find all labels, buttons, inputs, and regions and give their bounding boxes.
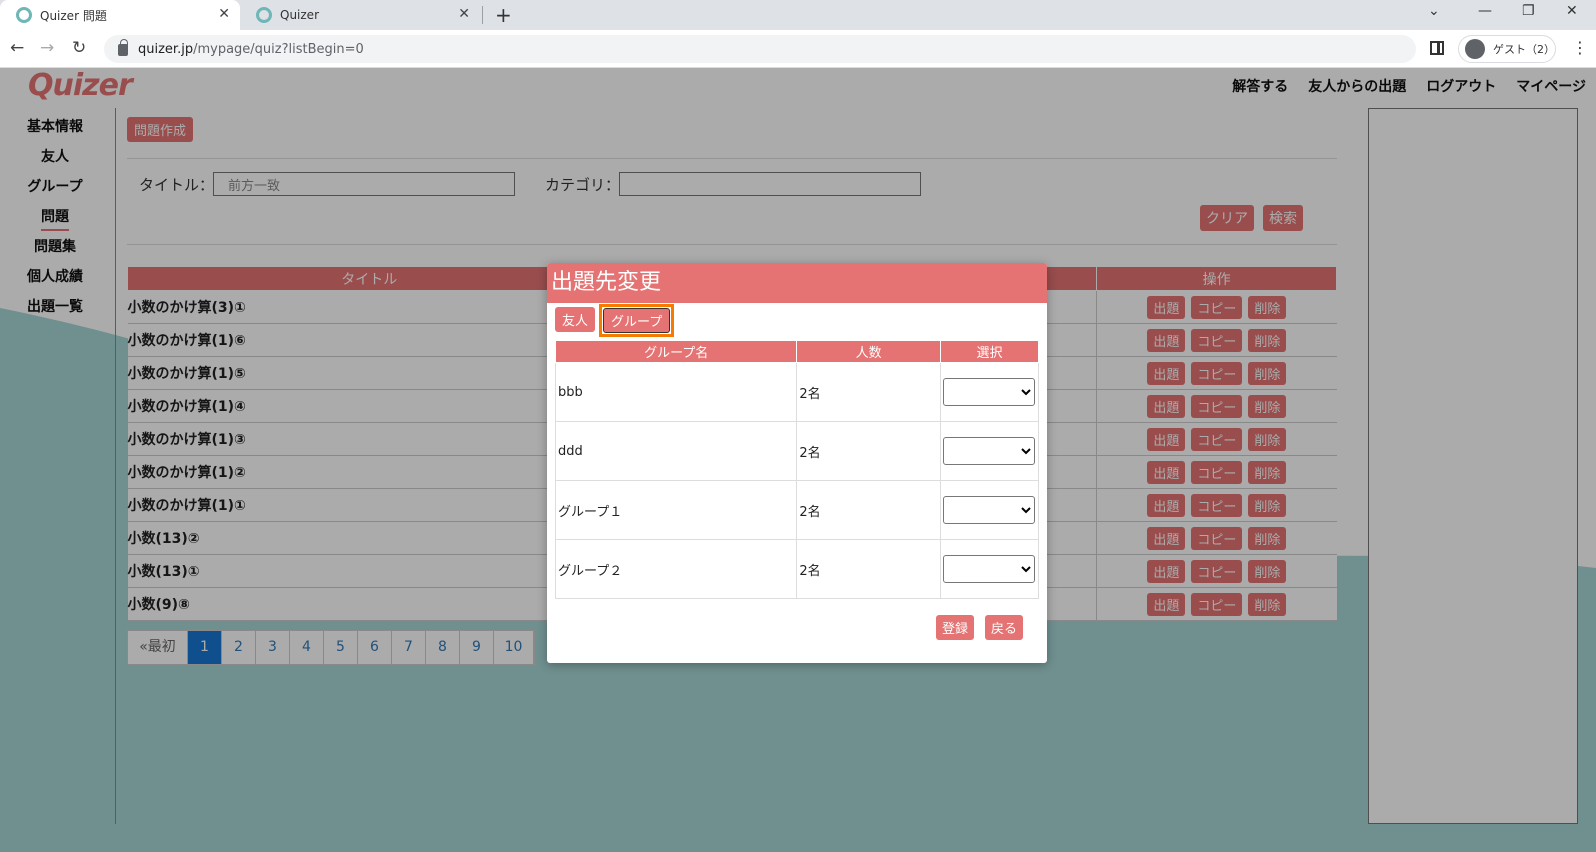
group-row: グループ１ 2名 (554, 480, 1039, 540)
tab-groups-highlight: グループ (599, 304, 675, 337)
group-row: グループ２ 2名 (554, 539, 1039, 599)
group-select-cell (940, 480, 1039, 540)
avatar-icon (1465, 39, 1485, 59)
change-target-dialog: 出題先変更 友人 グループ グループ名 人数 選択 bbb 2名 ddd 2名 グループ… (547, 263, 1047, 663)
group-select[interactable] (943, 378, 1035, 406)
url-host: quizer.jp (138, 41, 194, 57)
tab-search-icon[interactable]: ⌄ (1428, 3, 1440, 19)
register-button[interactable]: 登録 (936, 615, 975, 640)
col-count: 人数 (796, 340, 941, 363)
lock-icon (118, 39, 128, 56)
new-tab-icon[interactable]: + (495, 3, 512, 27)
profile-label: ゲスト（2） (1493, 43, 1555, 56)
group-select-cell (940, 362, 1039, 422)
browser-tab[interactable]: Quizer ✕ (240, 0, 480, 30)
back-button[interactable]: 戻る (985, 615, 1024, 640)
close-tab-icon[interactable]: ✕ (458, 6, 470, 22)
reload-icon[interactable]: ↻ (72, 38, 86, 58)
group-select[interactable] (943, 437, 1035, 465)
profile-button[interactable]: ゲスト（2） (1458, 35, 1556, 63)
group-count: 2名 (796, 421, 941, 481)
col-select: 選択 (940, 340, 1039, 363)
url-path: /mypage/quiz?listBegin=0 (193, 41, 364, 57)
tab-title: Quizer (280, 8, 319, 22)
address-bar[interactable]: quizer.jp/mypage/quiz?listBegin=0 (104, 35, 1416, 63)
group-name: bbb (554, 362, 798, 422)
favicon-icon (16, 7, 32, 23)
dialog-title: 出題先変更 (547, 263, 1047, 303)
side-panel-icon[interactable] (1430, 41, 1444, 55)
group-name: グループ１ (554, 480, 798, 540)
group-name: ddd (554, 421, 798, 481)
tab-friends[interactable]: 友人 (555, 307, 596, 332)
close-window-icon[interactable]: ✕ (1566, 3, 1578, 19)
browser-tab-active[interactable]: Quizer 問題 ✕ (0, 0, 240, 30)
group-select-cell (940, 539, 1039, 599)
group-table: グループ名 人数 選択 bbb 2名 ddd 2名 グループ１ 2名 グループ２ 2名 (554, 340, 1039, 599)
group-select[interactable] (943, 496, 1035, 524)
minimize-icon[interactable]: — (1478, 3, 1492, 19)
menu-icon[interactable]: ⋮ (1572, 38, 1588, 57)
back-icon[interactable]: ← (10, 38, 24, 58)
close-tab-icon[interactable]: ✕ (218, 6, 230, 22)
tab-groups[interactable]: グループ (603, 308, 671, 333)
tab-title: Quizer 問題 (40, 8, 107, 23)
group-select[interactable] (943, 555, 1035, 583)
forward-icon[interactable]: → (40, 38, 54, 58)
browser-toolbar: ← → ↻ quizer.jp/mypage/quiz?listBegin=0 … (0, 30, 1596, 68)
col-group-name: グループ名 (554, 340, 798, 363)
group-name: グループ２ (554, 539, 798, 599)
group-row: bbb 2名 (554, 362, 1039, 422)
restore-icon[interactable]: ❐ (1522, 3, 1535, 19)
browser-tabbar: Quizer 問題 ✕ Quizer ✕ + ⌄ — ❐ ✕ (0, 0, 1596, 30)
group-count: 2名 (796, 539, 941, 599)
tab-separator (482, 6, 483, 24)
group-row: ddd 2名 (554, 421, 1039, 481)
group-select-cell (940, 421, 1039, 481)
group-count: 2名 (796, 480, 941, 540)
group-count: 2名 (796, 362, 941, 422)
favicon-icon (256, 7, 272, 23)
